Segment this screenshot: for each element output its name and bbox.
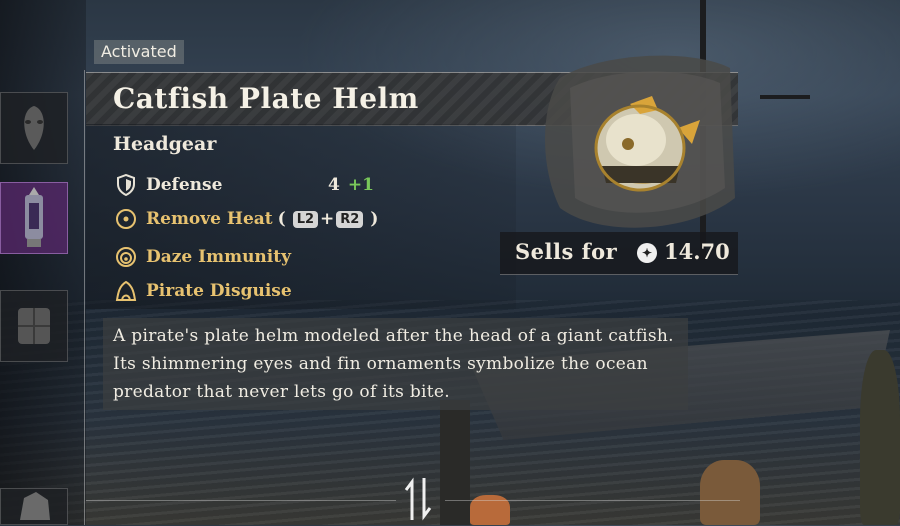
divider <box>445 500 740 501</box>
background-post <box>440 400 470 525</box>
rock-icon <box>20 491 50 520</box>
background-person <box>860 350 900 525</box>
paren-open: ( <box>277 209 286 229</box>
item-image <box>540 48 740 238</box>
hood-icon <box>115 280 137 302</box>
paren-close: ) <box>370 209 379 229</box>
item-name: Catfish Plate Helm <box>113 82 419 115</box>
equipment-sidebar <box>0 0 86 525</box>
divider <box>84 70 85 525</box>
equipment-slot-selected[interactable] <box>0 182 68 254</box>
stat-value: 4 +1 <box>328 175 374 195</box>
coin-icon: ✦ <box>637 243 657 263</box>
swap-arrows-icon[interactable] <box>404 476 432 522</box>
ability-label: Pirate Disguise <box>146 281 292 301</box>
armor-icon <box>18 308 50 344</box>
item-description: A pirate's plate helm modeled after the … <box>113 326 674 402</box>
stat-defense: Defense <box>115 174 222 196</box>
lantern-helm-icon <box>25 187 43 247</box>
background-person <box>700 460 760 525</box>
sell-price: 14.70 <box>664 239 730 264</box>
ability-pirate-disguise: Pirate Disguise <box>115 280 292 302</box>
plus-sign: + <box>320 209 335 229</box>
ability-remove-heat: Remove Heat ( L2 + R2 ) <box>115 208 383 230</box>
spiral-icon <box>115 246 137 268</box>
divider <box>86 500 396 501</box>
defense-bonus: +1 <box>347 175 374 195</box>
activated-badge: Activated <box>94 40 184 64</box>
stat-label: Defense <box>146 175 223 195</box>
l2-button-icon: L2 <box>292 210 319 228</box>
background-yard <box>760 95 810 99</box>
defense-value: 4 <box>328 175 340 195</box>
sells-for-label: Sells for <box>515 239 618 264</box>
ability-label: Daze Immunity <box>146 247 291 267</box>
equipment-slot[interactable] <box>0 488 68 525</box>
r2-button-icon: R2 <box>336 210 364 228</box>
equipment-slot[interactable] <box>0 92 68 164</box>
equipment-slot[interactable] <box>0 290 68 362</box>
item-category: Headgear <box>113 133 217 155</box>
mask-icon <box>24 106 44 150</box>
ability-label: Remove Heat <box>146 209 273 229</box>
circle-dot-icon <box>115 208 137 230</box>
ability-daze-immunity: Daze Immunity <box>115 246 291 268</box>
shield-icon <box>115 174 137 196</box>
